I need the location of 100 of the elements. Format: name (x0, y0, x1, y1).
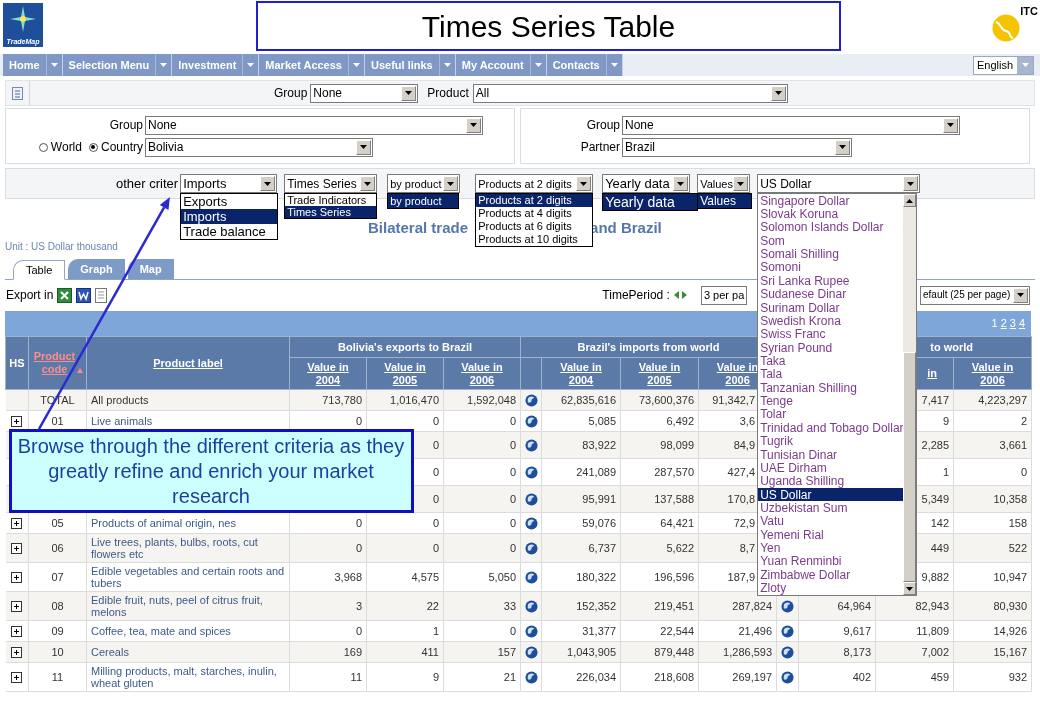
scrollbar[interactable] (903, 194, 917, 595)
dropdown-option[interactable]: Som (758, 234, 904, 248)
table-cell: 64,964 (798, 591, 876, 621)
globe-icon[interactable] (781, 645, 795, 659)
dropdown-option[interactable]: Slovak Koruna (758, 207, 904, 221)
radio-button[interactable] (38, 142, 48, 152)
criteria-select[interactable]: Yearly data (602, 174, 691, 193)
globe-icon[interactable] (524, 414, 538, 428)
dropdown-option[interactable]: Products at 10 digits (476, 233, 593, 246)
expand-icon[interactable] (11, 600, 23, 612)
arrows-icon[interactable] (673, 290, 687, 300)
column-header-link[interactable]: Product label (153, 356, 223, 369)
table-cell[interactable]: Edible vegetables and certain roots and tubers (86, 562, 290, 592)
language-select[interactable]: English (973, 55, 1034, 75)
dropdown-option[interactable]: Products at 6 digits (476, 220, 593, 233)
dropdown-option[interactable]: Tala (758, 367, 904, 382)
dropdown-option[interactable]: Times Series (285, 206, 377, 218)
table-cell: 180,322 (541, 562, 621, 592)
dropdown-option[interactable]: Sri Lanka Rupee (758, 274, 904, 288)
globe-icon[interactable] (781, 670, 795, 684)
dropdown-option[interactable]: Taka (758, 354, 904, 368)
dropdown-option[interactable]: Products at 2 digits (476, 194, 593, 207)
expand-icon[interactable] (11, 671, 23, 683)
field-label: Group (586, 117, 620, 134)
globe-icon[interactable] (524, 670, 538, 684)
globe-icon[interactable] (524, 438, 538, 452)
globe-icon[interactable] (524, 492, 538, 506)
dropdown-option[interactable]: Trade Indicators (285, 194, 377, 206)
expand-icon[interactable] (11, 517, 23, 529)
globe-icon[interactable] (524, 541, 538, 555)
dropdown-option[interactable]: Somoni (758, 260, 904, 275)
table-cell: 6,737 (541, 533, 621, 563)
criteria-select[interactable]: Times Series (284, 174, 378, 193)
table-cell[interactable]: Edible fruit, nuts, peel of citrus fruit, melons (86, 591, 290, 621)
dropdown-option[interactable]: Products at 4 digits (476, 207, 593, 220)
criteria-select[interactable]: US Dollar (757, 174, 921, 193)
table-cell: 08 (28, 591, 87, 621)
table-cell[interactable]: Live trees, plants, bulbs, roots, cut flowers etc (86, 533, 290, 563)
dropdown-option[interactable]: Imports (181, 209, 278, 224)
text-file-icon[interactable] (95, 287, 108, 303)
table-cell: 1,286,593 (698, 641, 777, 663)
page-size-select[interactable]: efault (25 per page) (920, 285, 1030, 305)
dropdown-option[interactable]: Exports (181, 194, 278, 209)
globe-icon[interactable] (524, 570, 538, 584)
table-cell[interactable]: Products of animal origin, nes (86, 512, 290, 534)
expand-icon[interactable] (11, 625, 23, 637)
criteria-select[interactable]: Products at 2 digits (475, 174, 594, 193)
table-cell[interactable]: Coffee, tea, mate and spices (86, 620, 290, 642)
dropdown-option[interactable]: Sudanese Dinar (758, 287, 904, 301)
table-cell: 0 (953, 458, 1032, 486)
product-select[interactable]: All (472, 83, 788, 103)
spreadsheet-icon[interactable] (57, 287, 73, 303)
dropdown-option[interactable]: US Dollar (758, 487, 904, 502)
criteria-select[interactable]: Values (697, 174, 751, 193)
group-select[interactable]: None (145, 115, 483, 135)
table-cell[interactable]: Milling products, malt, starches, inulin, wheat gluten (86, 662, 290, 692)
expand-icon[interactable] (11, 542, 23, 554)
dropdown-option[interactable]: Somali Shilling (758, 247, 904, 261)
globe-icon[interactable] (781, 624, 795, 638)
dropdown-option[interactable]: Syrian Pound (758, 340, 904, 355)
table-cell: 0 (443, 485, 521, 513)
caret-icon (364, 181, 372, 186)
country-select[interactable]: Bolivia (145, 137, 373, 157)
expand-icon[interactable] (11, 571, 23, 583)
criteria-select[interactable]: Imports (180, 174, 278, 193)
expand-icon[interactable] (11, 415, 23, 427)
dropdown-option[interactable]: by product (388, 194, 459, 208)
dropdown-option[interactable]: Swiss Franc (758, 327, 904, 341)
time-period-select[interactable]: 3 per pa (700, 285, 747, 305)
partner-select[interactable]: Brazil (622, 137, 852, 157)
dropdown-option[interactable]: Swedish Krona (758, 314, 904, 328)
criteria-select[interactable]: by product (387, 174, 461, 193)
field-label: Product (427, 85, 469, 102)
word-processor-icon[interactable] (76, 287, 92, 303)
caret-icon (677, 181, 685, 186)
globe-icon[interactable] (524, 645, 538, 659)
globe-icon[interactable] (524, 599, 538, 613)
dropdown-option[interactable]: Singapore Dollar (758, 194, 904, 208)
dropdown-option[interactable]: Yearly data (603, 194, 698, 210)
tab[interactable]: Table (13, 260, 66, 280)
globe-icon[interactable] (524, 624, 538, 638)
expand-icon[interactable] (11, 646, 23, 658)
globe-icon[interactable] (781, 599, 795, 613)
radio-button[interactable] (88, 142, 98, 152)
dropdown-option[interactable]: Values (698, 194, 752, 208)
globe-icon[interactable] (524, 465, 538, 479)
caret-icon (907, 181, 915, 186)
table-cell: 1,016,470 (366, 389, 444, 411)
table-cell: 219,451 (620, 591, 699, 621)
document-icon[interactable] (12, 86, 23, 100)
table-cell: 73,600,376 (620, 389, 699, 411)
globe-icon[interactable] (524, 393, 538, 407)
group-select[interactable]: None (622, 115, 960, 135)
dropdown-option[interactable]: Solomon Islands Dollar (758, 220, 904, 235)
table-cell[interactable]: Cereals (86, 641, 290, 663)
dropdown-option[interactable]: Trade balance (181, 224, 278, 239)
globe-icon[interactable] (524, 516, 538, 530)
column-header-link[interactable]: in (927, 367, 938, 380)
group-select[interactable]: None (310, 83, 419, 103)
dropdown-option[interactable]: Surinam Dollar (758, 300, 904, 315)
